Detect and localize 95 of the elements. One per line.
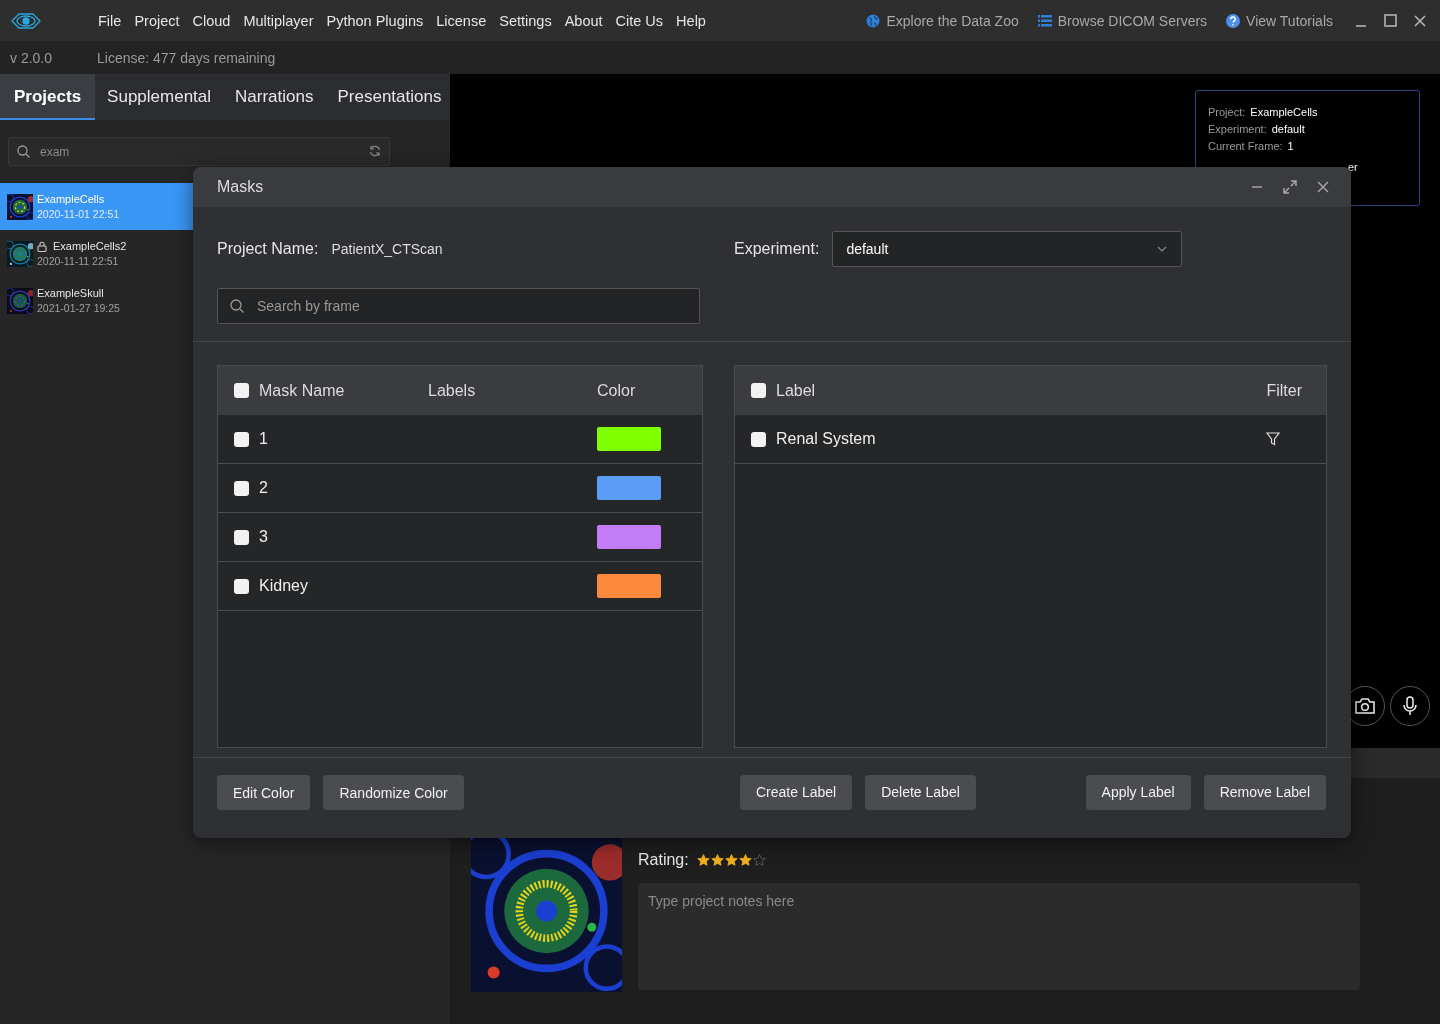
info-label: Project: [1208, 106, 1246, 118]
project-date: 2021-01-27 19:25 [37, 302, 120, 314]
menu-item[interactable]: About [564, 12, 603, 29]
microphone-icon [1403, 696, 1417, 716]
color-swatch[interactable] [597, 525, 661, 549]
experiment-dropdown[interactable]: default [832, 231, 1183, 267]
camera-icon [1355, 698, 1375, 714]
info-value: 1 [1287, 140, 1294, 152]
license-status: License: 477 days remaining [97, 49, 276, 66]
tab[interactable]: Supplemental [95, 74, 224, 120]
top-link[interactable]: Explore the Data Zoo [866, 12, 1019, 29]
field-label: Experiment: [734, 240, 820, 258]
table-row[interactable]: 1 [218, 415, 702, 464]
table-cell-text: Kidney [259, 577, 309, 595]
star-icon [710, 854, 724, 866]
checkbox[interactable] [234, 529, 249, 545]
globe-icon [866, 13, 881, 28]
color-swatch[interactable] [597, 574, 661, 598]
table-cell-text: 3 [259, 528, 269, 546]
table-row[interactable]: 3 [218, 513, 702, 562]
refresh-icon[interactable] [369, 145, 381, 157]
action-button[interactable]: Edit Color [217, 775, 311, 810]
table-row[interactable]: Renal System [735, 415, 1326, 464]
menu-item[interactable]: Multiplayer [243, 12, 314, 29]
list-icon [1037, 13, 1052, 28]
info-value: default [1271, 123, 1305, 135]
column-header: Filter [1266, 381, 1302, 400]
eye-logo-icon [11, 11, 41, 30]
column-header: Color [597, 381, 636, 400]
checkbox[interactable] [751, 383, 766, 398]
table-cell-text: 2 [259, 479, 269, 497]
list-entry[interactable]: ExampleSkull 2021-01-27 19:25 [0, 277, 193, 324]
action-button[interactable]: Remove Label [1203, 774, 1326, 810]
project-name-value: PatientX_CTScan [331, 241, 443, 257]
checkbox[interactable] [234, 383, 249, 398]
version-label: v 2.0.0 [10, 49, 54, 66]
menu-item[interactable]: License [436, 12, 487, 29]
star-icon [724, 854, 738, 866]
checkbox[interactable] [751, 431, 766, 447]
menu-item[interactable]: File [98, 12, 122, 29]
column-header: Labels [428, 381, 477, 400]
project-date: 2020-11-11 22:51 [37, 255, 120, 267]
tab[interactable]: Narrations [223, 74, 326, 120]
search-icon [17, 145, 30, 158]
column-header: Label [776, 381, 817, 400]
menu-item[interactable]: Cloud [192, 12, 231, 29]
star-rating[interactable] [696, 854, 766, 866]
list-entry[interactable]: ExampleCells2 2020-11-11 22:51 [0, 230, 193, 277]
star-icon [696, 854, 710, 866]
checkbox[interactable] [234, 578, 249, 594]
info-label: Experiment: [1208, 123, 1267, 135]
search-icon [230, 299, 244, 313]
menu-item[interactable]: Cite Us [615, 12, 664, 29]
notes-field[interactable]: Type project notes here [638, 883, 1360, 990]
action-button[interactable]: Randomize Color [323, 775, 464, 810]
info-text: er [1348, 161, 1359, 173]
search-field[interactable]: exam [8, 137, 390, 166]
tab[interactable]: Presentations [325, 74, 454, 120]
help-icon [1226, 13, 1241, 28]
color-swatch[interactable] [597, 476, 661, 500]
checkbox[interactable] [234, 480, 249, 496]
project-name: ExampleCells [37, 193, 105, 205]
tab[interactable]: Projects [0, 74, 96, 120]
action-button[interactable]: Delete Label [865, 774, 976, 810]
info-value: ExampleCells [1250, 106, 1318, 118]
info-label: Current Frame: [1208, 140, 1283, 152]
maximize-icon[interactable] [1384, 14, 1397, 27]
close-icon[interactable] [1317, 181, 1329, 193]
action-button[interactable]: Create Label [740, 774, 853, 810]
rating-label: Rating: [638, 851, 689, 869]
menu-item[interactable]: Python Plugins [326, 12, 424, 29]
top-link[interactable]: View Tutorials [1226, 12, 1333, 29]
action-button[interactable]: Apply Label [1085, 774, 1191, 810]
close-icon[interactable] [1414, 14, 1426, 27]
menu-item[interactable]: Project [134, 12, 180, 29]
menu-item[interactable]: Settings [499, 12, 552, 29]
column-header: Mask Name [259, 381, 346, 400]
table-cell-text: Renal System [776, 430, 877, 448]
field-label: Project Name: [217, 240, 319, 258]
filter-icon[interactable] [1266, 432, 1280, 446]
table-row[interactable]: Kidney [218, 562, 702, 611]
table-cell-text: 1 [259, 430, 269, 448]
table-row[interactable]: 2 [218, 464, 702, 513]
dialog-title: Masks [217, 178, 264, 196]
star-icon [738, 854, 752, 866]
top-link[interactable]: Browse DICOM Servers [1037, 12, 1208, 29]
chevron-down-icon [1157, 246, 1168, 252]
search-field[interactable]: Search by frame [217, 288, 700, 324]
menu-item[interactable]: Help [676, 12, 706, 29]
checkbox[interactable] [234, 431, 249, 447]
color-swatch[interactable] [597, 427, 661, 451]
project-date: 2020-11-01 22:51 [37, 208, 120, 220]
project-name: ExampleCells2 [53, 240, 127, 252]
project-name: ExampleSkull [37, 287, 104, 299]
expand-icon[interactable] [1283, 180, 1297, 194]
